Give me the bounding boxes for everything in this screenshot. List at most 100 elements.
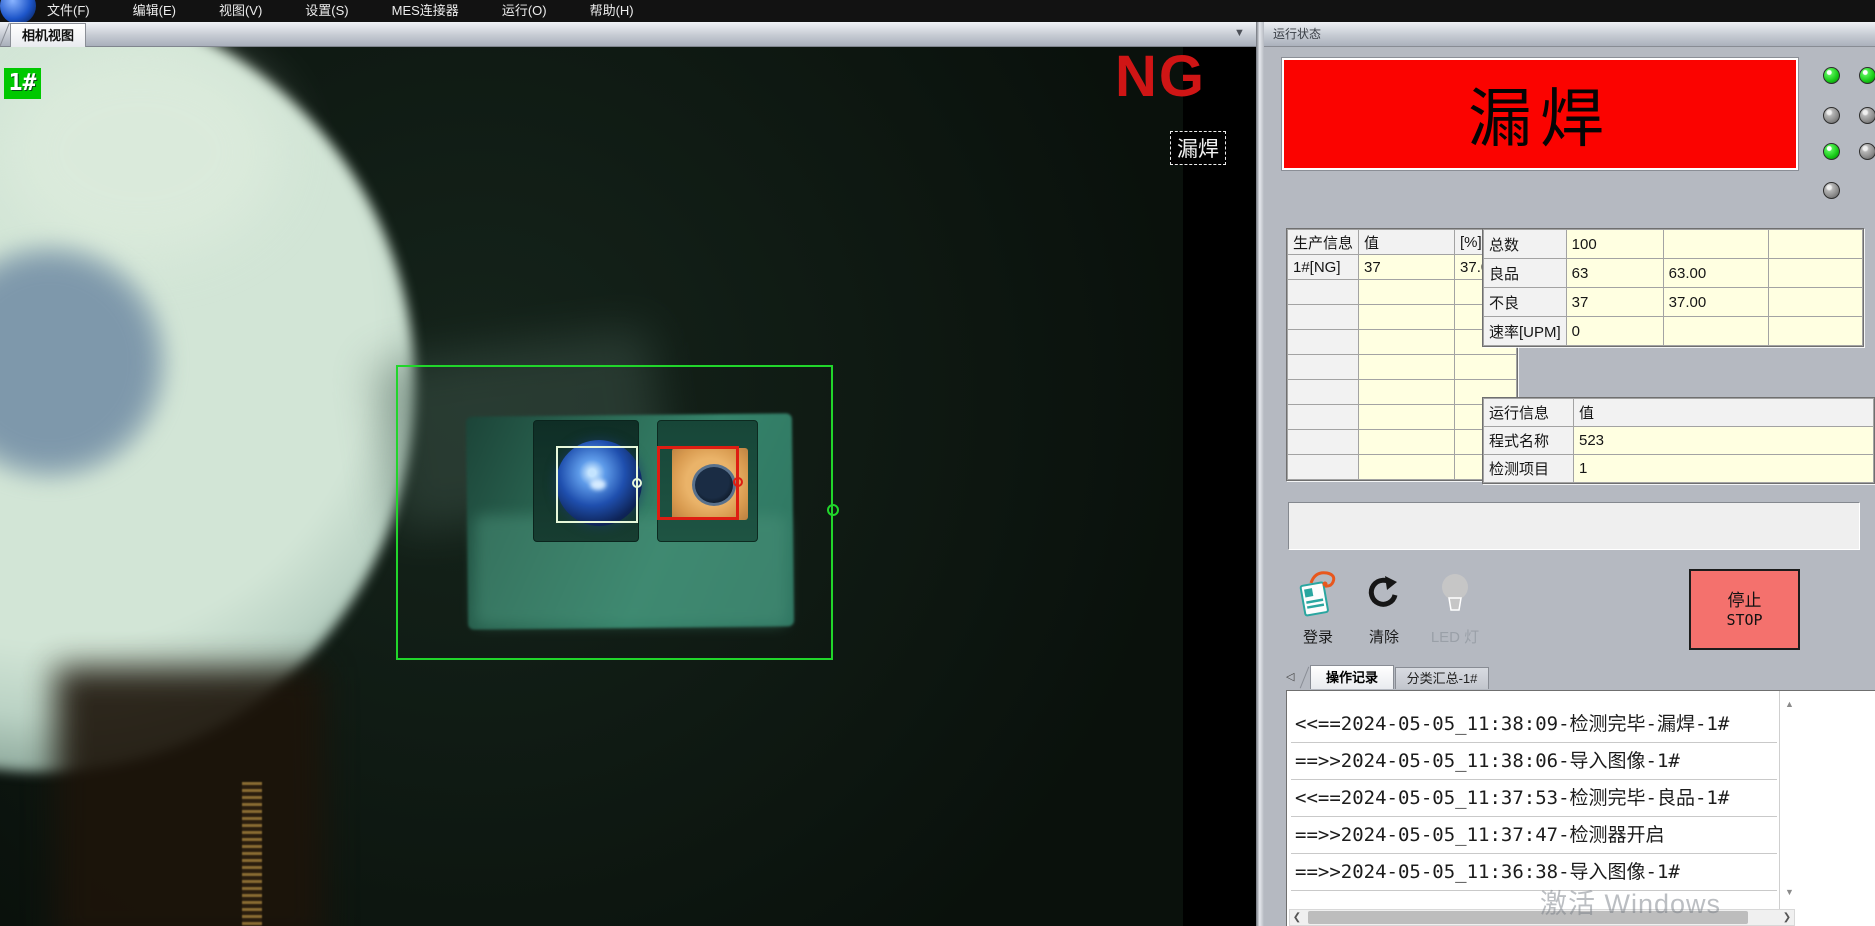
scroll-down-icon[interactable]: ▼	[1785, 887, 1794, 897]
inspect-box-fail	[657, 446, 739, 520]
lightbulb-icon	[1435, 570, 1475, 618]
menu-item[interactable]: 文件(F)	[47, 0, 90, 22]
table-row: 良品6363.00	[1484, 259, 1863, 288]
table-value-cell: 523	[1574, 427, 1874, 455]
tab-slant-line	[1300, 667, 1310, 689]
table-value-cell	[1359, 305, 1455, 330]
table-value-cell	[1359, 405, 1455, 430]
table-value-cell	[1359, 280, 1455, 305]
app-window: 文件(F) 编辑(E) 视图(V) 设置(S) MES连接器 运行(O) 帮助(H) 相机视…	[0, 0, 1875, 926]
status-panel: 运行状态 漏焊 生产信息值[%]1#[NG]3737.00 总数100良品636…	[1264, 22, 1875, 926]
table-label-cell: 总数	[1484, 230, 1567, 259]
clear-button[interactable]: 清除	[1352, 570, 1416, 642]
table-label-cell: 良品	[1484, 259, 1567, 288]
table-value-cell: 37.00	[1663, 288, 1768, 317]
table-label-cell	[1288, 330, 1359, 355]
table-row: 运行信息值	[1484, 399, 1874, 427]
table-row: 检测项目1	[1484, 455, 1874, 483]
table-label-cell: 1#[NG]	[1288, 255, 1359, 280]
table-label-cell: 运行信息	[1484, 399, 1574, 427]
status-banner-text: 漏焊	[1468, 68, 1612, 160]
inspect-notch-icon	[632, 478, 642, 488]
table-label-cell	[1288, 430, 1359, 455]
scroll-right-icon[interactable]: ❯	[1780, 912, 1794, 923]
tab-summary[interactable]: 分类汇总-1#	[1395, 667, 1489, 689]
led-indicator-gray	[1823, 182, 1840, 199]
table-value-cell: 1	[1574, 455, 1874, 483]
table-label-cell: 不良	[1484, 288, 1567, 317]
windows-activation-watermark: 激活 Windows	[1540, 882, 1721, 921]
led-indicator-green	[1859, 67, 1875, 84]
table-value-cell	[1663, 317, 1768, 346]
table-value-cell	[1768, 288, 1862, 317]
table-label-cell: 检测项目	[1484, 455, 1574, 483]
table-label-cell	[1288, 305, 1359, 330]
result-text: NG	[1115, 47, 1206, 109]
roi-notch-icon	[827, 504, 839, 516]
table-value-cell	[1359, 330, 1455, 355]
table-label-cell: 速率[UPM]	[1484, 317, 1567, 346]
login-button[interactable]: 登录	[1286, 570, 1350, 642]
led-indicator-gray	[1859, 107, 1875, 124]
table-value-cell	[1768, 317, 1862, 346]
camera-index-badge: 1#	[4, 68, 41, 99]
menu-item[interactable]: 帮助(H)	[590, 0, 634, 22]
table-value-cell	[1359, 455, 1455, 480]
table-value-cell	[1663, 230, 1768, 259]
table-label-cell	[1288, 280, 1359, 305]
menu-item[interactable]: MES连接器	[392, 0, 459, 22]
table-value-cell	[1768, 259, 1862, 288]
table-value-cell: 63	[1566, 259, 1663, 288]
table-value-cell: 63.00	[1663, 259, 1768, 288]
camera-panel-header: 相机视图 ▼	[0, 22, 1258, 47]
table-label-cell: 值	[1574, 399, 1874, 427]
led-indicator-gray	[1823, 107, 1840, 124]
table-row	[1288, 355, 1517, 380]
led-indicator-green	[1823, 67, 1840, 84]
inspect-box-pass	[556, 446, 638, 523]
table-value-cell	[1359, 380, 1455, 405]
table-value-cell: 100	[1566, 230, 1663, 259]
chevron-down-icon[interactable]: ▼	[1234, 27, 1245, 39]
fail-notch-icon	[733, 477, 743, 487]
stop-button[interactable]: 停止 STOP	[1689, 569, 1800, 650]
panel-splitter[interactable]	[1256, 22, 1264, 926]
menu-item[interactable]: 视图(V)	[219, 0, 262, 22]
log-entry: <<==2024-05-05_11:38:09-检测完毕-漏焊-1#	[1291, 706, 1777, 743]
scroll-left-icon[interactable]: ❮	[1290, 912, 1304, 923]
refresh-arrow-icon	[1361, 570, 1407, 618]
table-row: 总数100	[1484, 230, 1863, 259]
table-label-cell	[1288, 380, 1359, 405]
table-value-cell: 37	[1359, 255, 1455, 280]
menu-bar: 文件(F) 编辑(E) 视图(V) 设置(S) MES连接器 运行(O) 帮助(H)	[0, 0, 1875, 22]
led-indicator-green	[1823, 143, 1840, 160]
log-list: <<==2024-05-05_11:38:09-检测完毕-漏焊-1#==>>20…	[1291, 706, 1777, 891]
camera-letterbox	[1183, 47, 1258, 926]
log-entry: <<==2024-05-05_11:37:53-检测完毕-良品-1#	[1291, 780, 1777, 817]
menu-item[interactable]: 运行(O)	[502, 0, 547, 22]
log-entry: ==>>2024-05-05_11:37:47-检测器开启	[1291, 817, 1777, 854]
table-label-cell: 程式名称	[1484, 427, 1574, 455]
menu-item[interactable]: 编辑(E)	[133, 0, 176, 22]
tab-operation-log[interactable]: 操作记录	[1310, 665, 1394, 689]
tab-camera-view[interactable]: 相机视图	[10, 23, 86, 47]
log-entry: ==>>2024-05-05_11:38:06-导入图像-1#	[1291, 743, 1777, 780]
run-info-table: 运行信息值程式名称523检测项目1	[1482, 397, 1875, 484]
camera-scene-coil-edge	[242, 782, 262, 926]
table-label-cell: 值	[1359, 230, 1455, 255]
scroll-up-icon[interactable]: ▲	[1785, 699, 1794, 709]
table-value-cell: 0	[1566, 317, 1663, 346]
table-label-cell: 生产信息	[1288, 230, 1359, 255]
camera-scene-highlight	[0, 47, 280, 257]
camera-image: 1# NG 漏焊	[0, 47, 1258, 926]
defect-label: 漏焊	[1170, 131, 1226, 165]
menu-item[interactable]: 设置(S)	[305, 0, 348, 22]
app-logo-icon[interactable]	[0, 0, 36, 22]
tab-scroll-left-icon[interactable]: ◁	[1286, 670, 1294, 683]
led-light-button[interactable]: LED 灯	[1416, 570, 1494, 642]
table-value-cell	[1768, 230, 1862, 259]
table-row: 速率[UPM]0	[1484, 317, 1863, 346]
table-row: 程式名称523	[1484, 427, 1874, 455]
led-indicator-gray	[1859, 143, 1875, 160]
table-value-cell: 37	[1566, 288, 1663, 317]
